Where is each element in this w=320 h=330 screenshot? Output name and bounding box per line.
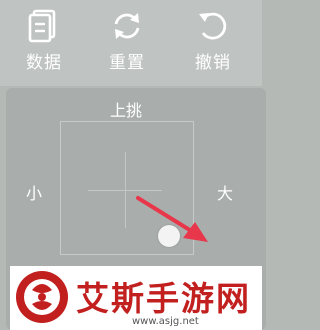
watermark-banner: 艾斯手游网 www.asjg.net xyxy=(10,266,262,330)
site-logo-icon xyxy=(16,271,68,323)
watermark-title: 艾斯手游网 xyxy=(76,279,251,318)
watermark-url: www.asjg.net xyxy=(132,316,199,327)
